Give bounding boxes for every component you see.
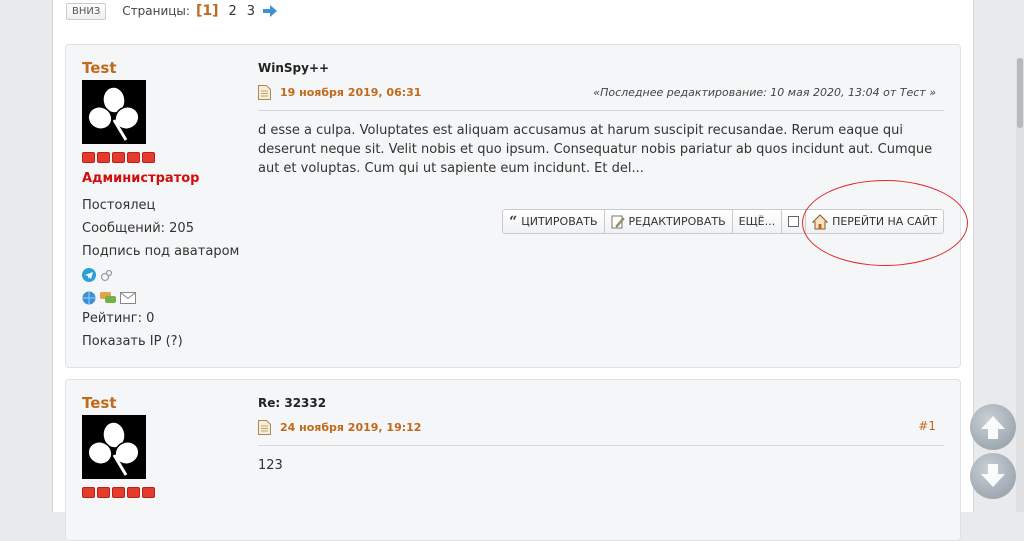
highlight-circle (802, 180, 968, 266)
star-icon (112, 152, 125, 163)
star-icon (142, 487, 155, 498)
more-label: ЕЩЁ... (738, 215, 776, 228)
edit-icon (611, 215, 625, 228)
poster-name[interactable]: Test (82, 59, 252, 77)
show-ip-link[interactable]: Показать IP (?) (82, 334, 252, 349)
rank-title: Администратор (82, 171, 200, 186)
member-status: Постоялец (82, 198, 156, 213)
star-icon (127, 152, 140, 163)
page-link-2[interactable]: 2 (229, 4, 237, 19)
poster-info: Test Администратор Постоялец Сообщений: (82, 59, 252, 349)
chat-icon[interactable] (100, 291, 116, 305)
star-icon (82, 487, 95, 498)
go-down-button[interactable]: ВНИЗ (66, 2, 107, 20)
more-button[interactable]: ЕЩЁ... (733, 210, 783, 233)
post-meta: 19 ноября 2019, 06:31 «Последнее редакти… (258, 84, 944, 111)
message-count: Сообщений: 205 (82, 221, 194, 236)
avatar (82, 80, 146, 144)
pagination-bar: ВНИЗ Страницы: [1] 2 3 (66, 0, 278, 22)
signature-text: Подпись под аватаром (82, 244, 240, 259)
post-content: Re: 32332 24 ноября 2019, 19:12 #1 123 (258, 396, 944, 475)
current-page: [1] (195, 3, 219, 19)
post-content: WinSpy++ 19 ноября 2019, 06:31 «Последне… (258, 61, 944, 178)
star-icon (97, 487, 110, 498)
contact-icons-row (82, 291, 252, 305)
rating: Рейтинг: 0 (82, 311, 155, 326)
rank-stars (82, 487, 252, 498)
star-icon (112, 487, 125, 498)
quote-label: ЦИТИРОВАТЬ (521, 215, 598, 228)
avatar (82, 415, 146, 479)
scroll-down-icon (981, 464, 1005, 487)
edit-button[interactable]: РЕДАКТИРОВАТЬ (605, 210, 733, 233)
post-subject[interactable]: Re: 32332 (258, 396, 944, 410)
pages-label: Страницы: (122, 4, 190, 18)
edit-label: РЕДАКТИРОВАТЬ (628, 215, 726, 228)
star-icon (142, 152, 155, 163)
poster-info: Test (82, 394, 252, 498)
profile-icons-row (82, 268, 252, 282)
poster-name[interactable]: Test (82, 394, 252, 412)
scrollbar-thumb[interactable] (1017, 58, 1023, 128)
post-message: 123 (258, 458, 283, 473)
page-link-3[interactable]: 3 (247, 4, 255, 19)
post: Test Re: 32332 24 ноября 2019, 19:12 #1 … (65, 379, 961, 541)
rank-stars (82, 152, 252, 163)
arrow-right-icon[interactable] (263, 5, 278, 17)
post-number[interactable]: #1 (918, 419, 936, 433)
post-date[interactable]: 24 ноября 2019, 19:12 (280, 421, 421, 434)
quote-icon: “ (509, 213, 518, 230)
telegram-icon[interactable] (82, 268, 96, 282)
scroll-up-icon (981, 416, 1005, 439)
post-message: d esse a culpa. Voluptates est aliquam a… (258, 123, 933, 176)
envelope-icon[interactable] (120, 291, 136, 305)
star-icon (97, 152, 110, 163)
male-female-icon (100, 269, 113, 282)
document-icon (258, 85, 271, 100)
document-icon (258, 420, 271, 435)
checkbox[interactable] (788, 216, 800, 227)
globe-icon[interactable] (82, 291, 96, 305)
quote-button[interactable]: “ ЦИТИРОВАТЬ (503, 210, 605, 233)
scroll-up-button[interactable] (970, 404, 1016, 450)
post-meta: 24 ноября 2019, 19:12 #1 (258, 419, 944, 446)
post-subject[interactable]: WinSpy++ (258, 61, 944, 75)
post-date[interactable]: 19 ноября 2019, 06:31 (280, 86, 421, 99)
scroll-down-button[interactable] (970, 453, 1016, 499)
star-icon (82, 152, 95, 163)
star-icon (127, 487, 140, 498)
last-edit-note: «Последнее редактирование: 10 мая 2020, … (593, 86, 936, 99)
